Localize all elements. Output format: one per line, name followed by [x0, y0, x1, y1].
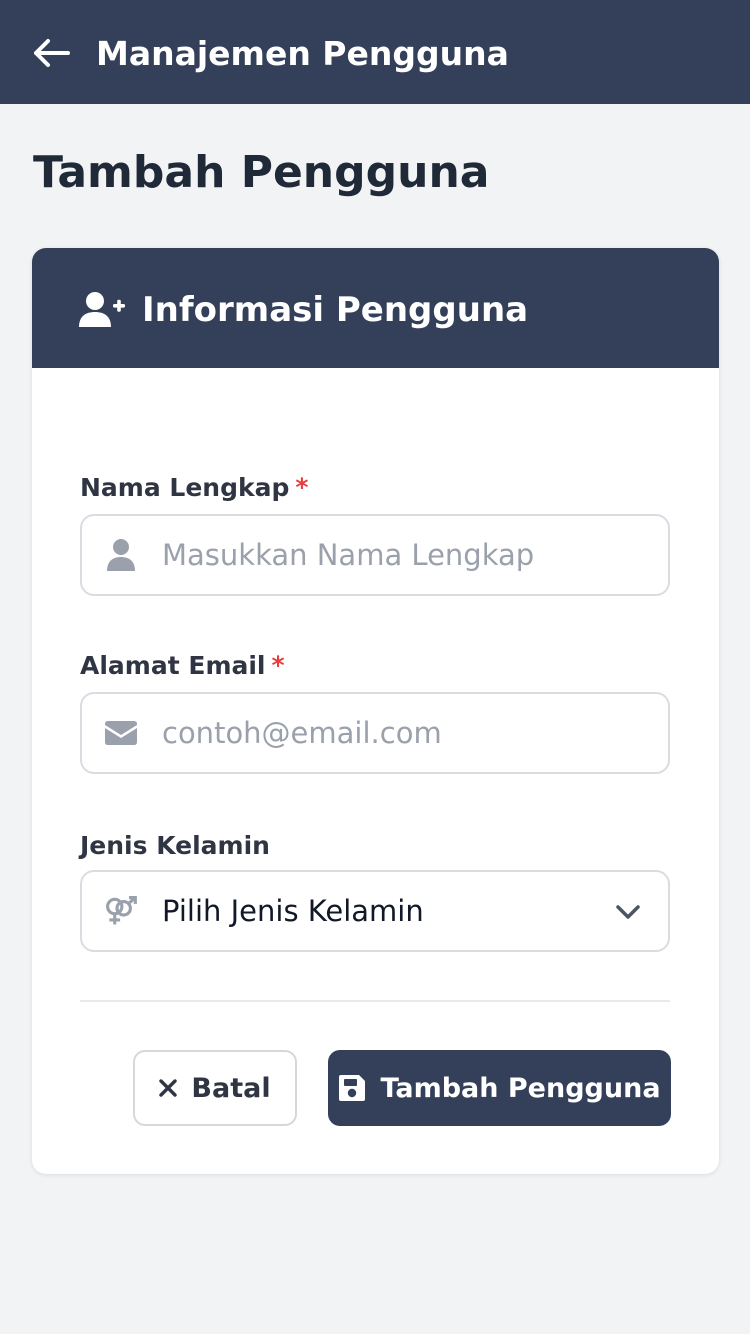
required-mark: *	[271, 651, 285, 680]
close-icon	[159, 1079, 178, 1097]
page-title: Tambah Pengguna	[33, 147, 490, 198]
required-mark: *	[295, 473, 309, 502]
user-icon	[104, 538, 138, 572]
email-label-text: Alamat Email	[80, 651, 266, 680]
user-plus-icon	[79, 292, 125, 327]
name-field	[80, 514, 670, 596]
cancel-button[interactable]: Batal	[133, 1050, 297, 1126]
name-label: Nama Lengkap *	[80, 472, 308, 504]
gender-select[interactable]: Pilih Jenis Kelamin	[80, 870, 670, 952]
gender-label-text: Jenis Kelamin	[80, 831, 270, 860]
app-bar: Manajemen Pengguna	[0, 0, 750, 104]
add-user-button-label: Tambah Pengguna	[380, 1072, 661, 1104]
email-field	[80, 692, 670, 774]
name-input[interactable]	[162, 516, 652, 594]
cancel-button-label: Batal	[191, 1072, 271, 1104]
arrow-left-icon	[34, 39, 70, 67]
venus-mars-icon	[104, 894, 138, 928]
user-form-card: Informasi Pengguna Nama Lengkap* Alamat …	[32, 248, 719, 1174]
app-bar-title: Manajemen Pengguna	[96, 34, 509, 73]
card-header-title: Informasi Pengguna	[142, 290, 529, 330]
email-input[interactable]	[162, 694, 652, 772]
add-user-button[interactable]: Tambah Pengguna	[328, 1050, 671, 1126]
chevron-down-icon	[616, 905, 640, 919]
email-label: Alamat Email *	[80, 650, 285, 682]
gender-label: Jenis Kelamin	[80, 830, 270, 862]
save-icon	[338, 1074, 366, 1102]
gender-select-value: Pilih Jenis Kelamin	[162, 894, 424, 928]
name-label-text: Nama Lengkap	[80, 473, 290, 502]
back-button[interactable]	[30, 32, 72, 74]
card-header: Informasi Pengguna	[32, 248, 719, 368]
divider	[80, 1000, 670, 1002]
envelope-icon	[104, 716, 138, 750]
